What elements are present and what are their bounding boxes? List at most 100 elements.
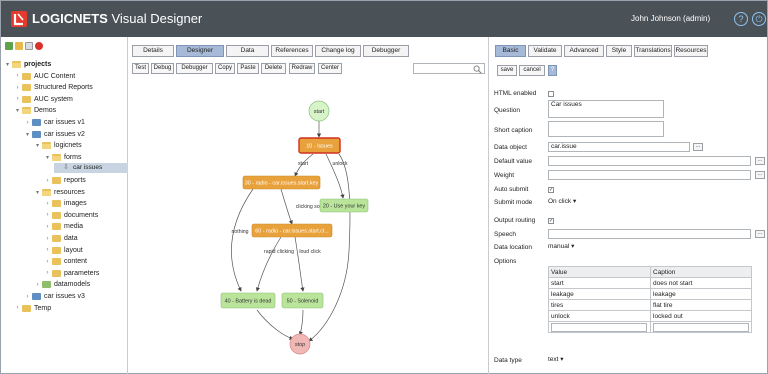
default-value-field[interactable] [548, 156, 751, 166]
paste-button[interactable]: Paste [237, 63, 259, 74]
new-folder-icon[interactable] [15, 42, 23, 50]
center-button[interactable]: Center [318, 63, 342, 74]
option-value-cell[interactable]: unlock [548, 310, 651, 322]
chevron-right-icon[interactable]: › [14, 96, 21, 102]
tree-item[interactable]: ▾ Demos [14, 105, 56, 116]
tree-item[interactable]: › AUC Content [14, 71, 75, 82]
new-option-caption-input[interactable] [653, 322, 749, 332]
data-type-select[interactable]: text ▾ [548, 355, 564, 365]
debug-button[interactable]: Debug [151, 63, 174, 74]
tree-item[interactable]: › documents [44, 210, 98, 221]
tab-details[interactable]: Details [132, 45, 174, 57]
refresh-icon[interactable] [5, 42, 13, 50]
option-value-cell[interactable]: leakage [548, 288, 651, 300]
delete-icon[interactable] [35, 42, 43, 50]
tree-item[interactable]: ⇩ car issues [54, 163, 128, 174]
chevron-right-icon[interactable]: › [14, 73, 21, 79]
tree-item[interactable]: › car issues v3 [24, 291, 85, 302]
short-caption-field[interactable] [548, 121, 664, 137]
properties-help-button[interactable]: ? [548, 65, 557, 76]
help-button[interactable]: ? [734, 12, 748, 26]
debugger-button[interactable]: Debugger [176, 63, 213, 74]
tab-basic[interactable]: Basic [495, 45, 526, 57]
delete-button[interactable]: Delete [261, 63, 286, 74]
flow-node-start[interactable]: start [308, 100, 330, 122]
tab-debugger[interactable]: Debugger [363, 45, 409, 57]
weight-browse-button[interactable]: ... [755, 171, 765, 179]
test-button[interactable]: Test [132, 63, 149, 74]
chevron-down-icon[interactable]: ▾ [44, 154, 51, 161]
tree-item[interactable]: › media [44, 221, 83, 232]
chevron-right-icon[interactable]: › [44, 212, 51, 218]
tree-item[interactable]: › parameters [44, 268, 99, 279]
tree-item[interactable]: › Temp [14, 303, 51, 314]
logout-button[interactable]: ⏻ [752, 12, 766, 26]
flow-node-30[interactable]: 30 - radio - car.issues.start.key [242, 175, 321, 190]
weight-field[interactable] [548, 170, 751, 180]
new-file-icon[interactable] [25, 42, 33, 50]
chevron-right-icon[interactable]: › [24, 120, 31, 126]
tab-designer[interactable]: Designer [176, 45, 224, 57]
table-row[interactable]: start does not start [548, 277, 752, 289]
data-object-field[interactable]: car.issue [548, 142, 690, 152]
auto-submit-checkbox[interactable]: ✓ [548, 187, 554, 193]
chevron-right-icon[interactable]: › [14, 305, 21, 311]
tab-data[interactable]: Data [226, 45, 269, 57]
redraw-button[interactable]: Redraw [289, 63, 315, 74]
option-caption-cell[interactable]: locked out [650, 310, 752, 322]
current-user[interactable]: John Johnson (admin) [631, 14, 710, 23]
chevron-right-icon[interactable]: › [44, 236, 51, 242]
new-option-value-input[interactable] [551, 322, 647, 332]
flow-node-50[interactable]: 50 - Solenoid [281, 292, 324, 309]
tree-item[interactable]: ▾ logicnets [34, 140, 82, 151]
chevron-right-icon[interactable]: › [14, 85, 21, 91]
copy-button[interactable]: Copy [215, 63, 235, 74]
chevron-right-icon[interactable]: › [44, 178, 51, 184]
tab-resources[interactable]: Resources [674, 45, 708, 57]
question-field[interactable]: Car issues [548, 100, 664, 118]
tree-item[interactable]: ▾ resources [34, 187, 85, 198]
chevron-right-icon[interactable]: › [44, 224, 51, 230]
table-row[interactable]: unlock locked out [548, 310, 752, 322]
speech-browse-button[interactable]: ... [755, 230, 765, 238]
flow-node-20[interactable]: 20 - Use your key [319, 198, 369, 213]
speech-field[interactable] [548, 229, 751, 239]
tree-item[interactable]: › reports [44, 175, 86, 186]
data-location-select[interactable]: manual ▾ [548, 242, 574, 252]
table-row[interactable]: leakage leakage [548, 288, 752, 300]
cancel-button[interactable]: cancel [519, 65, 545, 76]
output-routing-checkbox[interactable]: ✓ [548, 218, 554, 224]
chevron-right-icon[interactable]: › [44, 270, 51, 276]
flow-node-60[interactable]: 60 - radio - car.issues.start.cl... [251, 223, 333, 238]
tree-item[interactable]: ▾ car issues v2 [24, 129, 85, 140]
tree-item[interactable]: › content [44, 256, 87, 267]
tab-style[interactable]: Style [606, 45, 632, 57]
chevron-down-icon[interactable]: ▾ [14, 107, 21, 114]
tree-item[interactable]: › Structured Reports [14, 82, 93, 93]
tree-item[interactable]: › AUC system [14, 94, 73, 105]
option-caption-cell[interactable]: leakage [650, 288, 752, 300]
default-value-browse-button[interactable]: ... [755, 157, 765, 165]
tab-validate[interactable]: Validate [528, 45, 562, 57]
tab-references[interactable]: References [271, 45, 313, 57]
data-object-browse-button[interactable]: ... [693, 143, 703, 151]
tab-change-log[interactable]: Change log [315, 45, 361, 57]
tree-item[interactable]: › car issues v1 [24, 117, 85, 128]
table-row[interactable]: tires flat tire [548, 299, 752, 311]
chevron-right-icon[interactable]: › [44, 259, 51, 265]
tree-item[interactable]: ▾ forms [44, 152, 82, 163]
chevron-down-icon[interactable]: ▾ [4, 61, 11, 68]
tree-item[interactable]: › datamodels [34, 279, 90, 290]
chevron-down-icon[interactable]: ▾ [34, 189, 41, 196]
option-caption-cell[interactable]: flat tire [650, 299, 752, 311]
chevron-right-icon[interactable]: › [44, 247, 51, 253]
save-button[interactable]: save [497, 65, 517, 76]
chevron-right-icon[interactable]: › [24, 294, 31, 300]
designer-search-input[interactable] [413, 63, 485, 74]
chevron-down-icon[interactable]: ▾ [34, 142, 41, 149]
html-enabled-checkbox[interactable] [548, 91, 554, 97]
tab-advanced[interactable]: Advanced [564, 45, 604, 57]
search-icon[interactable] [473, 65, 482, 74]
option-value-cell[interactable]: start [548, 277, 651, 289]
chevron-down-icon[interactable]: ▾ [24, 131, 31, 138]
